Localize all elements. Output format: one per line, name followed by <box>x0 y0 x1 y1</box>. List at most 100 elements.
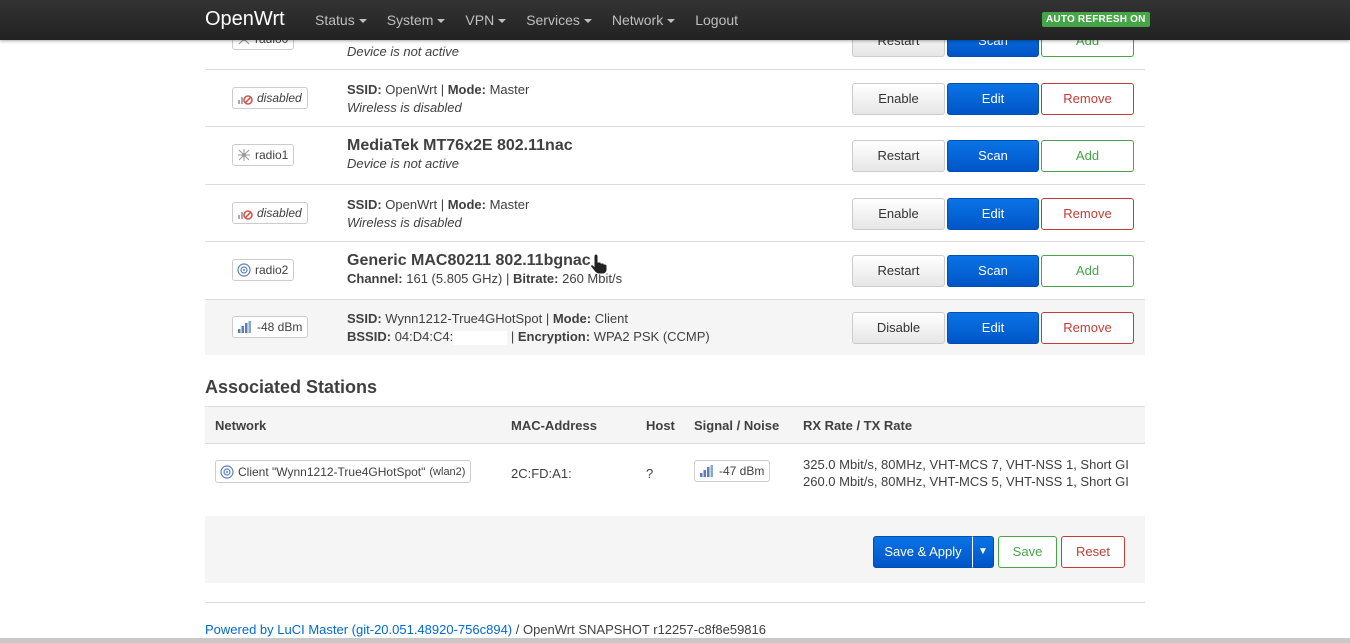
status-badge: disabled <box>232 202 308 224</box>
chevron-down-icon <box>498 19 507 24</box>
radio-badge: radio1 <box>232 144 295 166</box>
column-header-host: Host <box>646 418 675 433</box>
ssid-line: SSID: OpenWrt | Mode: Master <box>347 197 530 212</box>
badge-label: -48 dBm <box>257 320 303 334</box>
add-button[interactable]: Add <box>1041 255 1134 287</box>
edit-button[interactable]: Edit <box>947 198 1039 230</box>
footer-version: / OpenWrt SNAPSHOT r12257-c8f8e59816 <box>512 622 766 637</box>
column-header-network: Network <box>215 418 267 433</box>
top-navbar: OpenWrt Status System VPN Services Netwo… <box>0 0 1350 40</box>
footer: Powered by LuCI Master (git-20.051.48920… <box>205 622 766 637</box>
device-title: MediaTek MT76x2E 802.11nac <box>347 137 573 154</box>
bssid-value: 04:D4:C4: <box>394 329 454 344</box>
restart-button[interactable]: Restart <box>852 140 945 172</box>
remove-button[interactable]: Remove <box>1041 312 1134 344</box>
signal-strength-icon <box>238 321 251 333</box>
bitrate-label: Bitrate: <box>512 271 559 286</box>
rx-rate: 325.0 Mbit/s, 80MHz, VHT-MCS 7, VHT-NSS … <box>803 457 1129 472</box>
device-status-text: Device is not active <box>347 44 459 59</box>
remove-button[interactable]: Remove <box>1041 198 1134 230</box>
device-status-text: Device is not active <box>347 156 459 171</box>
remove-button[interactable]: Remove <box>1041 83 1134 115</box>
menu-status[interactable]: Status <box>305 0 377 40</box>
ssid-label: SSID: <box>347 197 382 212</box>
chevron-down-icon <box>437 19 446 24</box>
menu-logout[interactable]: Logout <box>685 0 748 40</box>
reset-button[interactable]: Reset <box>1061 536 1125 568</box>
luci-link[interactable]: Powered by LuCI Master (git-20.051.48920… <box>205 622 512 637</box>
chevron-down-icon <box>583 19 592 24</box>
column-header-signal: Signal / Noise <box>694 418 780 433</box>
channel-value: 161 (5.805 GHz) <box>406 271 503 286</box>
ssid-line: SSID: OpenWrt | Mode: Master <box>347 82 530 97</box>
section-title-associated-stations: Associated Stations <box>205 377 378 397</box>
scan-button[interactable]: Scan <box>947 140 1039 172</box>
ssid-value: Wynn1212-True4GHotSpot <box>385 311 543 326</box>
edit-button[interactable]: Edit <box>947 312 1039 344</box>
edit-button[interactable]: Edit <box>947 83 1039 115</box>
footer-divider <box>205 602 1145 603</box>
menu-network[interactable]: Network <box>602 0 685 40</box>
channel-label: Channel: <box>347 271 403 286</box>
network-name: Client "Wynn1212-True4GHotSpot" <box>238 464 426 479</box>
mode-label: Mode: <box>447 82 486 97</box>
disabled-signal-icon <box>238 95 253 105</box>
mode-label: Mode: <box>447 197 486 212</box>
main-menu: Status System VPN Services Network Logou… <box>305 0 748 40</box>
table-row: radio1 MediaTek MT76x2E 802.11nac Device… <box>205 127 1145 185</box>
radio-antenna-icon <box>238 149 250 161</box>
restart-button[interactable]: Restart <box>852 255 945 287</box>
window-bottom-edge <box>0 638 1350 643</box>
table-row: disabled SSID: OpenWrt | Mode: Master Wi… <box>205 70 1145 127</box>
table-row: disabled SSID: OpenWrt | Mode: Master Wi… <box>205 185 1145 242</box>
disabled-signal-icon <box>238 210 253 220</box>
menu-logout-label: Logout <box>695 12 739 28</box>
column-header-mac: MAC-Address <box>511 418 597 433</box>
form-actions: Save & Apply ▼ Save Reset <box>205 516 1145 583</box>
network-info: SSID: OpenWrt | Mode: Master Wireless is… <box>347 196 529 232</box>
channel-line: Channel: 161 (5.805 GHz) | Bitrate: 260 … <box>347 271 623 286</box>
signal-badge: -47 dBm <box>694 460 771 482</box>
bssid-line: BSSID: 04:D4:C4: | Encryption: WPA2 PSK … <box>347 329 710 345</box>
mode-value: Client <box>594 311 628 326</box>
chevron-down-icon <box>667 19 676 24</box>
enable-button[interactable]: Enable <box>852 83 945 115</box>
auto-refresh-badge[interactable]: AUTO REFRESH ON <box>1042 12 1150 27</box>
menu-services-label: Services <box>526 12 580 28</box>
badge-label: disabled <box>257 91 302 105</box>
network-badge[interactable]: Client "Wynn1212-True4GHotSpot" (wlan2) <box>215 460 472 483</box>
bssid-label: BSSID: <box>347 329 392 344</box>
disable-button[interactable]: Disable <box>852 312 945 344</box>
menu-network-label: Network <box>611 12 664 28</box>
radio-badge: radio2 <box>232 259 295 281</box>
encryption-label: Encryption: <box>517 329 591 344</box>
add-button[interactable]: Add <box>1041 140 1134 172</box>
device-info: Device is not active <box>347 43 459 61</box>
wifi-active-icon <box>220 464 234 479</box>
ssid-value: OpenWrt <box>385 197 438 212</box>
badge-label: radio1 <box>255 148 289 162</box>
brand-logo[interactable]: OpenWrt <box>205 8 285 31</box>
mac-address: 2C:FD:A1: <box>511 466 572 481</box>
ssid-value: OpenWrt <box>385 82 438 97</box>
redacted-area <box>453 330 508 345</box>
caret-down-icon: ▼ <box>978 546 988 557</box>
menu-vpn[interactable]: VPN <box>455 0 516 40</box>
mode-value: Master <box>489 197 530 212</box>
save-apply-dropdown-toggle[interactable]: ▼ <box>972 536 994 568</box>
associated-stations-table: Network MAC-Address Host Signal / Noise … <box>205 406 1145 519</box>
menu-services[interactable]: Services <box>516 0 602 40</box>
chevron-down-icon <box>358 19 367 24</box>
menu-system-label: System <box>386 12 434 28</box>
save-button[interactable]: Save <box>998 536 1057 568</box>
table-header: Network MAC-Address Host Signal / Noise … <box>205 406 1145 444</box>
menu-system[interactable]: System <box>377 0 456 40</box>
scan-button[interactable]: Scan <box>947 255 1039 287</box>
network-info: SSID: OpenWrt | Mode: Master Wireless is… <box>347 81 529 117</box>
device-info: Generic MAC80211 802.11bgnac Channel: 16… <box>347 252 622 288</box>
save-apply-button[interactable]: Save & Apply <box>873 536 973 568</box>
wireless-device-table: radio0 Device is not active Restart Scan… <box>205 12 1145 355</box>
signal-strength-icon <box>700 465 713 477</box>
device-title: Generic MAC80211 802.11bgnac <box>347 252 591 269</box>
enable-button[interactable]: Enable <box>852 198 945 230</box>
